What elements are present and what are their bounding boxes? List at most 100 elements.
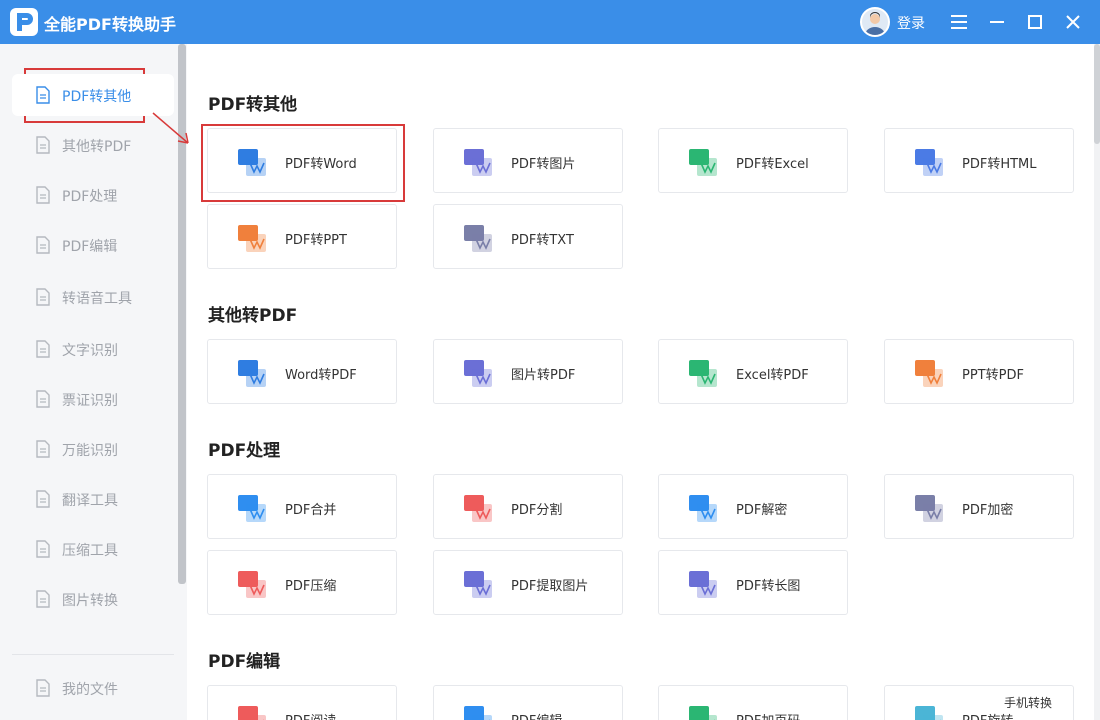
sidebar-item-label: 翻译工具 xyxy=(62,493,118,509)
pdf-to-ppt-icon xyxy=(235,222,269,254)
excel-to-pdf-icon xyxy=(686,357,720,389)
sidebar-divider xyxy=(12,654,174,655)
tool-card[interactable]: PPT转PDF xyxy=(884,339,1074,404)
app-logo xyxy=(10,8,38,36)
pdf-process-icon xyxy=(34,186,52,204)
sidebar-item-11[interactable]: 我的文件 xyxy=(12,667,174,709)
merge-icon xyxy=(235,492,269,524)
sidebar-item-4[interactable]: 转语音工具 xyxy=(12,276,174,318)
tool-card-label: PDF提取图片 xyxy=(511,579,589,594)
pdf-to-word-icon xyxy=(235,146,269,178)
tool-card[interactable]: PDF加密 xyxy=(884,474,1074,539)
tool-card-label: PDF转Word xyxy=(285,157,357,172)
tool-card-label: PDF转PPT xyxy=(285,233,347,248)
section-title: PDF编辑 xyxy=(208,652,281,672)
ocr-icon xyxy=(34,340,52,358)
tool-card[interactable]: PDF解密 xyxy=(658,474,848,539)
sidebar-item-6[interactable]: 票证识别 xyxy=(12,378,174,420)
sidebar-item-3[interactable]: PDF编辑 xyxy=(12,224,174,266)
pdf-icon xyxy=(34,86,52,104)
tool-card[interactable]: PDF合并 xyxy=(207,474,397,539)
compress-doc-icon xyxy=(235,568,269,600)
sidebar-item-label: 票证识别 xyxy=(62,393,118,409)
tool-card-label: PDF合并 xyxy=(285,503,337,518)
tool-card-label: PDF转长图 xyxy=(736,579,801,594)
tool-card[interactable]: PDF编辑 xyxy=(433,685,623,720)
tool-card-label: Excel转PDF xyxy=(736,368,809,383)
close-icon[interactable] xyxy=(1061,10,1085,34)
login-button[interactable]: 登录 xyxy=(897,13,925,33)
tool-card-label: PDF阅读 xyxy=(285,710,336,720)
tool-card[interactable]: PDF分割 xyxy=(433,474,623,539)
tool-card[interactable]: PDF转TXT xyxy=(433,204,623,269)
main-scrollbar[interactable] xyxy=(1094,44,1100,720)
pdf-icon xyxy=(34,136,52,154)
tool-card[interactable]: PDF转HTML xyxy=(884,128,1074,193)
sidebar-item-7[interactable]: 万能识别 xyxy=(12,428,174,470)
sidebar-item-8[interactable]: 翻译工具 xyxy=(12,478,174,520)
ticket-icon xyxy=(34,390,52,408)
image-to-pdf-icon xyxy=(461,357,495,389)
ppt-to-pdf-icon xyxy=(912,357,946,389)
main-scrollbar-thumb[interactable] xyxy=(1094,44,1100,144)
speech-icon xyxy=(34,288,52,306)
tool-card[interactable]: PDF转Word xyxy=(207,128,397,193)
tool-card-label: PDF转图片 xyxy=(511,157,576,172)
pdf-to-image-icon xyxy=(461,146,495,178)
section-title: PDF处理 xyxy=(208,441,281,461)
tool-card[interactable]: PDF转PPT xyxy=(207,204,397,269)
sidebar-item-0[interactable]: PDF转其他 xyxy=(12,74,174,116)
sidebar-item-9[interactable]: 压缩工具 xyxy=(12,528,174,570)
tool-card[interactable]: PDF转图片 xyxy=(433,128,623,193)
rotate-icon xyxy=(912,703,946,720)
sidebar-item-label: 文字识别 xyxy=(62,343,118,359)
tool-card[interactable]: PDF转Excel xyxy=(658,128,848,193)
tool-card-label: PDF转Excel xyxy=(736,157,809,172)
sidebar-item-10[interactable]: 图片转换 xyxy=(12,578,174,620)
page-number-icon xyxy=(686,703,720,720)
read-icon xyxy=(235,703,269,720)
avatar[interactable] xyxy=(860,7,890,37)
maximize-icon[interactable] xyxy=(1023,10,1047,34)
tool-card-label: PDF加密 xyxy=(962,503,1014,518)
tool-card-label: 图片转PDF xyxy=(511,368,576,383)
sidebar-item-label: PDF转其他 xyxy=(62,89,132,105)
sidebar-scrollbar[interactable] xyxy=(178,44,186,584)
tool-card-label: PDF解密 xyxy=(736,503,788,518)
tool-card-label: PPT转PDF xyxy=(962,368,1024,383)
sidebar-item-label: PDF处理 xyxy=(62,189,118,205)
sidebar: PDF转其他其他转PDF PDF处理 PDF编辑转语音工具文字识别票证识别万能识别翻… xyxy=(0,44,186,720)
pdf-edit-icon xyxy=(34,236,52,254)
decrypt-icon xyxy=(686,492,720,524)
tool-card[interactable]: PDF压缩 xyxy=(207,550,397,615)
sidebar-item-label: 图片转换 xyxy=(62,593,118,609)
encrypt-icon xyxy=(912,492,946,524)
tool-card[interactable]: PDF转长图 xyxy=(658,550,848,615)
tool-card-label: Word转PDF xyxy=(285,368,357,383)
split-icon xyxy=(461,492,495,524)
tool-card[interactable]: PDF加页码 xyxy=(658,685,848,720)
sidebar-item-label: PDF编辑 xyxy=(62,239,118,255)
tool-card[interactable]: PDF提取图片 xyxy=(433,550,623,615)
tool-card[interactable]: Excel转PDF xyxy=(658,339,848,404)
tool-card-label: PDF转TXT xyxy=(511,233,574,248)
word-to-pdf-icon xyxy=(235,357,269,389)
long-image-icon xyxy=(686,568,720,600)
phone-convert-button[interactable]: 手机转换 xyxy=(1004,694,1052,711)
pdf-to-html-icon xyxy=(912,146,946,178)
sidebar-item-5[interactable]: 文字识别 xyxy=(12,328,174,370)
pdf-to-excel-icon xyxy=(686,146,720,178)
image-icon xyxy=(34,590,52,608)
sidebar-item-1[interactable]: 其他转PDF xyxy=(12,124,174,166)
sidebar-item-2[interactable]: PDF处理 xyxy=(12,174,174,216)
section-title: PDF转其他 xyxy=(208,95,298,115)
compress-icon xyxy=(34,540,52,558)
minimize-icon[interactable] xyxy=(985,10,1009,34)
menu-icon[interactable] xyxy=(947,10,971,34)
title-bar: 全能PDF转换助手 登录 xyxy=(0,0,1100,44)
tool-card[interactable]: Word转PDF xyxy=(207,339,397,404)
sidebar-item-label: 压缩工具 xyxy=(62,543,118,559)
app-title: 全能PDF转换助手 xyxy=(44,15,176,34)
tool-card[interactable]: 图片转PDF xyxy=(433,339,623,404)
tool-card[interactable]: PDF阅读 xyxy=(207,685,397,720)
